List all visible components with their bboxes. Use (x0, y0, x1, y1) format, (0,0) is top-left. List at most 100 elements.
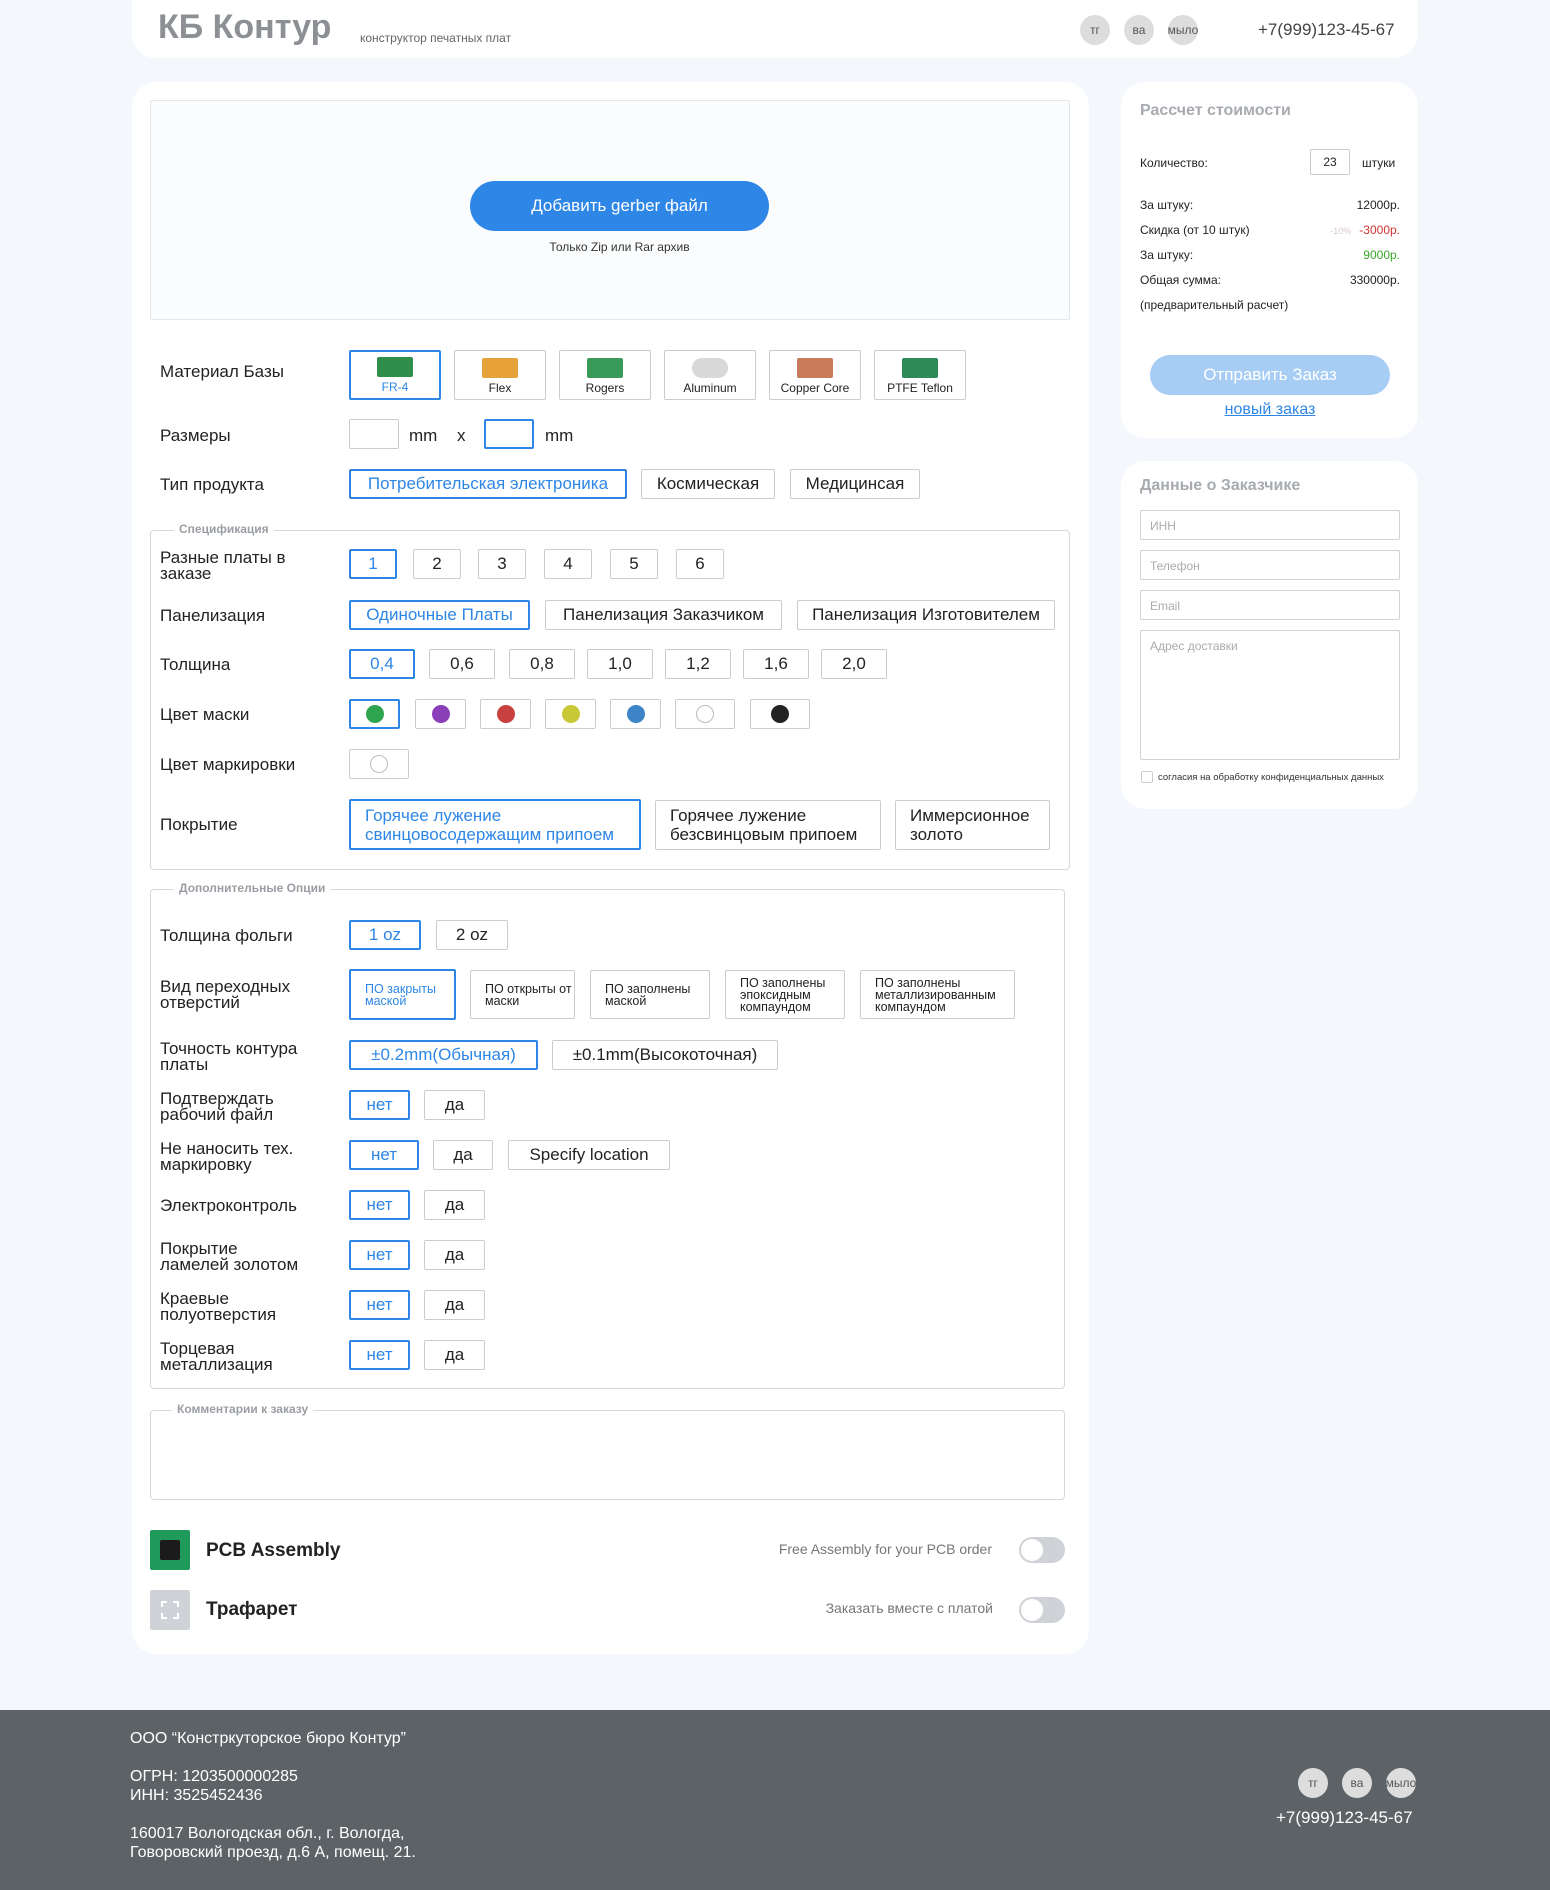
vias-filled-metal[interactable]: ПО заполнены металлизированным компаундо… (860, 970, 1015, 1019)
foil-2oz[interactable]: 2 oz (436, 920, 508, 950)
vias-open[interactable]: ПО открыты от маски (470, 970, 575, 1019)
inn-input[interactable]: ИНН (1140, 510, 1400, 540)
vias-tented[interactable]: ПО закрыты маской (349, 969, 456, 1020)
boards-opt-4[interactable]: 4 (544, 549, 592, 579)
material-flex[interactable]: Flex (454, 350, 546, 400)
finish-hasl-lead[interactable]: Горячее лужение свинцовосодержащим припо… (349, 799, 641, 850)
contour-precise[interactable]: ±0.1mm(Высокоточная) (552, 1040, 778, 1070)
vk-link[interactable]: ва (1124, 15, 1154, 45)
material-fr4[interactable]: FR-4 (349, 350, 441, 400)
footer-telegram-link[interactable]: тг (1298, 1768, 1328, 1798)
confirm-file-yes[interactable]: да (424, 1090, 485, 1120)
width-input[interactable] (349, 419, 399, 449)
mask-color-black[interactable] (750, 699, 810, 729)
footer-address-line1: 160017 Вологодская обл., г. Вологда, (130, 1825, 405, 1842)
boards-opt-5[interactable]: 5 (610, 549, 658, 579)
marking-color-white[interactable] (349, 749, 409, 779)
product-space[interactable]: Космическая (641, 469, 775, 499)
thickness-08[interactable]: 0,8 (509, 649, 575, 679)
contour-standard[interactable]: ±0.2mm(Обычная) (349, 1040, 538, 1070)
brand-logo[interactable]: КБ Контур (158, 8, 331, 47)
address-textarea[interactable]: Адрес доставки (1140, 630, 1400, 760)
no-marking-no[interactable]: нет (349, 1140, 419, 1170)
foil-1oz[interactable]: 1 oz (349, 920, 421, 950)
mask-color-green[interactable] (349, 699, 400, 729)
email-link[interactable]: мыло (1168, 15, 1198, 45)
mask-color-red[interactable] (480, 699, 531, 729)
add-gerber-button[interactable]: Добавить gerber файл (470, 181, 769, 231)
comments-textarea[interactable] (150, 1410, 1065, 1500)
gold-fingers-yes[interactable]: да (424, 1240, 485, 1270)
panel-customer[interactable]: Панелизация Заказчиком (545, 600, 782, 630)
footer-email-link[interactable]: мыло (1386, 1768, 1416, 1798)
thickness-04[interactable]: 0,4 (349, 649, 415, 679)
product-medical[interactable]: Медицинсая (790, 469, 920, 499)
thickness-06[interactable]: 0,6 (429, 649, 495, 679)
gold-fingers-no[interactable]: нет (349, 1240, 410, 1270)
panel-manufacturer[interactable]: Панелизация Изготовителем (797, 600, 1055, 630)
spec-legend: Спецификация (174, 522, 274, 536)
material-ptfe[interactable]: PTFE Teflon (874, 350, 966, 400)
material-rogers[interactable]: Rogers (559, 350, 651, 400)
submit-order-button[interactable]: Отправить Заказ (1150, 355, 1390, 395)
panel-single[interactable]: Одиночные Платы (349, 600, 530, 630)
finish-hasl-leadfree[interactable]: Горячее лужение безсвинцовым припоем (655, 800, 881, 850)
castellated-yes[interactable]: да (424, 1290, 485, 1320)
boards-opt-2[interactable]: 2 (413, 549, 461, 579)
customer-title: Данные о Заказчике (1140, 477, 1301, 494)
castellated-no[interactable]: нет (349, 1290, 410, 1320)
telegram-link[interactable]: тг (1080, 15, 1110, 45)
castellated-label: Краевые полуотверстия (160, 1289, 277, 1324)
no-marking-label: Не наносить тех. маркировку (160, 1139, 294, 1174)
flex-icon (482, 358, 518, 378)
email-input[interactable]: Email (1140, 590, 1400, 620)
thickness-20[interactable]: 2,0 (821, 649, 887, 679)
finish-label: Покрытие (160, 815, 238, 834)
qty-label: Количество: (1140, 156, 1208, 170)
thickness-16[interactable]: 1,6 (743, 649, 809, 679)
footer-company: ООО “Констркуторское бюро Контур” (130, 1730, 406, 1747)
product-consumer[interactable]: Потребительская электроника (349, 469, 627, 499)
no-marking-yes[interactable]: да (433, 1140, 493, 1170)
material-copper-core[interactable]: Copper Core (769, 350, 861, 400)
white-swatch (696, 705, 714, 723)
height-input[interactable] (484, 419, 534, 449)
phone-input[interactable]: Телефон (1140, 550, 1400, 580)
footer-inn: ИНН: 3525452436 (130, 1787, 263, 1804)
vias-filled-epoxy[interactable]: ПО заполнены эпоксидным компаундом (725, 970, 845, 1019)
marking-color-label: Цвет маркировки (160, 755, 296, 774)
boards-opt-6[interactable]: 6 (676, 549, 724, 579)
edge-plating-no[interactable]: нет (349, 1340, 410, 1370)
ptfe-icon (902, 358, 938, 378)
qty-input[interactable]: 23 (1310, 149, 1350, 175)
copper-core-icon (797, 358, 833, 378)
boards-opt-1[interactable]: 1 (349, 549, 397, 579)
edge-plating-yes[interactable]: да (424, 1340, 485, 1370)
qty-unit: штуки (1362, 156, 1396, 170)
mask-color-yellow[interactable] (545, 699, 596, 729)
footer-vk-link[interactable]: ва (1342, 1768, 1372, 1798)
finish-enig[interactable]: Иммерсионное золото (895, 800, 1050, 850)
header-phone[interactable]: +7(999)123-45-67 (1258, 20, 1395, 40)
confirm-file-no[interactable]: нет (349, 1090, 410, 1120)
etest-no[interactable]: нет (349, 1190, 410, 1220)
consent-checkbox[interactable] (1141, 771, 1153, 783)
material-aluminum[interactable]: Aluminum (664, 350, 756, 400)
total-row: Общая сумма: 330000р. (1140, 273, 1400, 287)
vias-filled-mask[interactable]: ПО заполнены маской (590, 970, 710, 1019)
thickness-10[interactable]: 1,0 (587, 649, 653, 679)
footer-phone[interactable]: +7(999)123-45-67 (1276, 1808, 1413, 1828)
consent-label: согласия на обработку конфиденциальных д… (1158, 772, 1384, 783)
specify-location-button[interactable]: Specify location (508, 1140, 670, 1170)
mask-color-blue[interactable] (610, 699, 661, 729)
pcb-assembly-toggle[interactable] (1019, 1537, 1065, 1563)
discount-row: Скидка (от 10 штук) -10% -3000р. (1140, 223, 1400, 237)
new-order-link[interactable]: новый заказ (1150, 401, 1390, 419)
boards-opt-3[interactable]: 3 (478, 549, 526, 579)
mask-color-purple[interactable] (415, 699, 466, 729)
pcb-assembly-title: PCB Assembly (206, 1540, 341, 1561)
etest-yes[interactable]: да (424, 1190, 485, 1220)
thickness-12[interactable]: 1,2 (665, 649, 731, 679)
stencil-toggle[interactable] (1019, 1597, 1065, 1623)
mask-color-white[interactable] (675, 699, 735, 729)
